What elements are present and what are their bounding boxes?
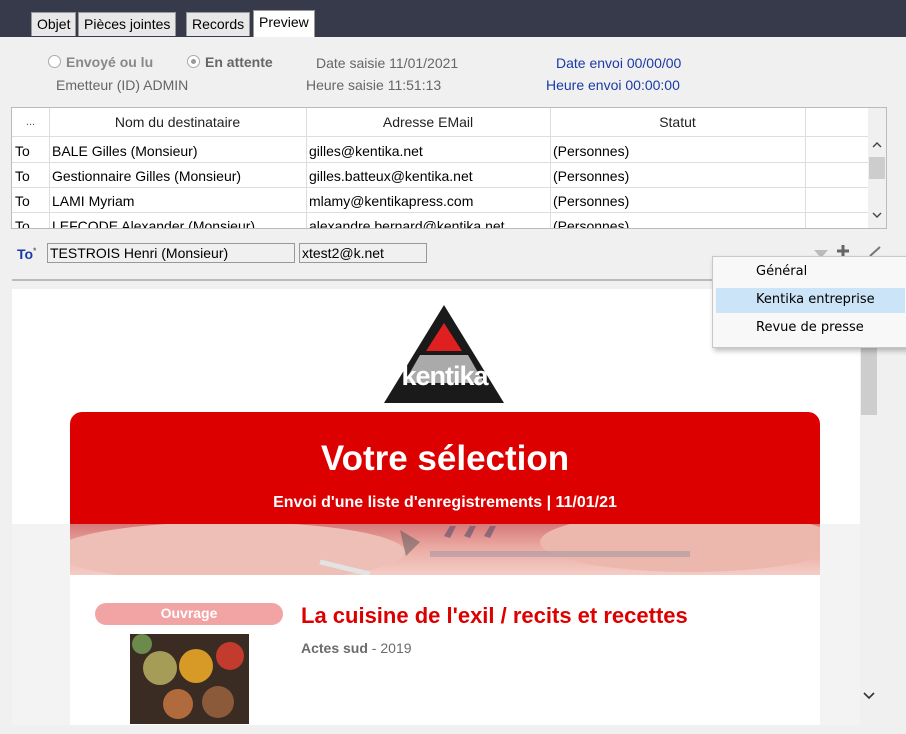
menu-item-general[interactable]: Général xyxy=(716,260,905,285)
sender-label: Emetteur (ID) ADMIN xyxy=(56,77,189,93)
column-header-type[interactable]: ... xyxy=(12,110,49,134)
preview-scrollbar-icons[interactable] xyxy=(860,289,878,725)
preview-scroll-thumb xyxy=(861,347,877,415)
row-email[interactable]: gilles@kentika.net xyxy=(306,139,550,163)
row-status[interactable]: (Personnes) xyxy=(550,189,805,213)
menu-item-revue-de-presse[interactable]: Revue de presse xyxy=(716,316,905,341)
recipient-email-field[interactable]: xtest2@k.net xyxy=(299,243,427,263)
heure-saisie: Heure saisie 11:51:13 xyxy=(306,77,442,93)
scroll-thumb xyxy=(869,157,885,179)
radio-pending-icon[interactable] xyxy=(187,55,200,68)
record-publisher: Actes sud xyxy=(301,640,368,656)
row-type[interactable]: To xyxy=(12,214,49,228)
radio-sent-icon[interactable] xyxy=(48,55,61,68)
row-status[interactable]: (Personnes) xyxy=(550,164,805,188)
tab-bar: Objet Pièces jointes Records Preview xyxy=(0,0,906,37)
logo-text: kentika xyxy=(401,361,488,391)
banner-photo-icon xyxy=(70,524,820,575)
record-title[interactable]: La cuisine de l'exil / recits et recette… xyxy=(301,603,688,629)
record-meta: Actes sud - 2019 xyxy=(301,640,412,656)
row-type[interactable]: To xyxy=(12,164,49,188)
record-meta-separator: - xyxy=(367,640,381,656)
record-year: 2019 xyxy=(380,640,412,656)
radio-pending-label: En attente xyxy=(205,54,273,70)
row-type[interactable]: To xyxy=(12,189,49,213)
banner-image xyxy=(70,524,820,575)
menu-item-kentika-entreprise[interactable]: Kentika entreprise xyxy=(716,288,905,313)
tab-pieces-jointes[interactable]: Pièces jointes xyxy=(78,12,177,36)
recipient-type-marker: * xyxy=(33,246,37,256)
banner-subtitle: Envoi d'une liste d'enregistrements | 11… xyxy=(273,494,617,511)
row-name[interactable]: BALE Gilles (Monsieur) xyxy=(49,139,306,163)
column-header-email[interactable]: Adresse EMail xyxy=(306,110,550,134)
radio-sent-label: Envoyé ou lu xyxy=(66,54,154,70)
recipient-name-field[interactable]: TESTROIS Henri (Monsieur) xyxy=(47,243,295,263)
radio-pending[interactable]: En attente xyxy=(187,54,273,70)
tab-objet[interactable]: Objet xyxy=(31,12,77,36)
row-status[interactable]: (Personnes) xyxy=(550,214,805,228)
email-preview: kentika Votre sélection Envoi d'une list… xyxy=(12,289,878,725)
column-header-status[interactable]: Statut xyxy=(550,110,805,134)
preview-scrollbar[interactable] xyxy=(860,289,878,725)
scroll-up-icon xyxy=(872,142,882,148)
row-type[interactable]: To xyxy=(12,139,49,163)
row-name[interactable]: LEFCODE Alexander (Monsieur) xyxy=(49,214,306,228)
row-email[interactable]: mlamy@kentikapress.com xyxy=(306,189,550,213)
record-type-badge: Ouvrage xyxy=(95,603,283,625)
radio-sent[interactable]: Envoyé ou lu xyxy=(48,54,153,70)
column-header-name[interactable]: Nom du destinataire xyxy=(49,110,306,134)
scroll-down-icon xyxy=(872,212,882,218)
recipient-type-text: To xyxy=(17,246,34,262)
row-email[interactable]: gilles.batteux@kentika.net xyxy=(306,164,550,188)
tab-records[interactable]: Records xyxy=(186,12,251,36)
row-status[interactable]: (Personnes) xyxy=(550,139,805,163)
recipients-scrollbar[interactable] xyxy=(868,108,886,228)
tab-preview[interactable]: Preview xyxy=(253,10,315,37)
row-name[interactable]: LAMI Myriam xyxy=(49,189,306,213)
scrollbar-icons[interactable] xyxy=(868,108,886,228)
recipients-table[interactable]: ... Nom du destinataire Adresse EMail St… xyxy=(11,107,887,229)
heure-envoi: Heure envoi 00:00:00 xyxy=(546,77,680,93)
banner-title: Votre sélection xyxy=(320,439,570,478)
date-envoi: Date envoi 00/00/00 xyxy=(556,55,682,71)
preview-scroll-down-icon xyxy=(863,692,875,700)
record-thumbnail[interactable] xyxy=(130,634,249,724)
template-dropdown-menu[interactable]: Général Kentika entreprise Revue de pres… xyxy=(712,256,906,348)
row-name[interactable]: Gestionnaire Gilles (Monsieur) xyxy=(49,164,306,188)
date-saisie: Date saisie 11/01/2021 xyxy=(316,55,459,71)
recipient-type-label[interactable]: To* xyxy=(17,246,36,262)
row-email[interactable]: alexandre.bernard@kentika.net xyxy=(306,214,550,228)
